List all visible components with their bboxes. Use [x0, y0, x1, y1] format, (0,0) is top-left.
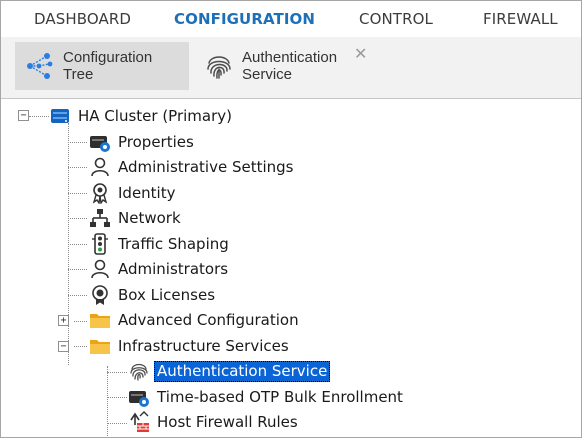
tree-connector: [107, 366, 108, 437]
tree-expand-toggle[interactable]: +: [58, 315, 69, 326]
tree-connector: [68, 218, 87, 219]
tree-node-partial: [128, 434, 150, 437]
tree-share-icon: [27, 53, 53, 79]
properties-icon: [129, 391, 149, 407]
traffic-light-icon: [92, 233, 108, 255]
configuration-tree: − HA Cluster (Primary) Properties Admini…: [1, 100, 581, 437]
tree-node-label: Infrastructure Services: [118, 336, 289, 355]
tree-node-label: HA Cluster (Primary): [78, 106, 232, 125]
firewall-rules-icon: [130, 411, 149, 432]
tree-node-traffic-shaping[interactable]: Traffic Shaping: [89, 232, 232, 256]
tree-node-box-licenses[interactable]: Box Licenses: [89, 283, 218, 307]
tree-node-label: Network: [118, 208, 181, 227]
user-icon: [91, 157, 109, 177]
top-navigation: DASHBOARD CONFIGURATION CONTROL FIREWALL: [1, 1, 581, 37]
tree-node-administrative-settings[interactable]: Administrative Settings: [89, 155, 296, 179]
folder-icon: [90, 340, 110, 354]
tree-connector: [68, 167, 87, 168]
tree-connector: [107, 397, 127, 398]
tree-node-otp-bulk-enrollment[interactable]: Time-based OTP Bulk Enrollment: [128, 385, 406, 409]
tree-connector: [107, 372, 127, 373]
server-icon: [51, 109, 69, 123]
tree-node-properties[interactable]: Properties: [89, 130, 197, 154]
tree-node-label: Traffic Shaping: [118, 234, 229, 253]
tree-node-infrastructure-services[interactable]: Infrastructure Services: [89, 334, 292, 358]
tree-connector: [68, 193, 87, 194]
tree-connector: [74, 346, 87, 347]
fingerprint-icon: [207, 56, 231, 79]
tree-node-label: Properties: [118, 132, 194, 151]
tree-node-label: Advanced Configuration: [118, 310, 299, 329]
tab-configuration-tree-label: Configuration Tree: [63, 49, 153, 83]
tree-node-ha-cluster[interactable]: HA Cluster (Primary): [49, 104, 235, 128]
nav-configuration[interactable]: CONFIGURATION: [174, 10, 315, 28]
tree-node-network[interactable]: Network: [89, 206, 184, 230]
app-window: DASHBOARD CONFIGURATION CONTROL FIREWALL: [0, 0, 582, 438]
tree-node-host-firewall-rules[interactable]: Host Firewall Rules: [128, 410, 301, 434]
tree-node-administrators[interactable]: Administrators: [89, 257, 231, 281]
tree-connector: [68, 295, 87, 296]
tab-configuration-tree[interactable]: Configuration Tree: [15, 42, 189, 90]
nav-dashboard[interactable]: DASHBOARD: [34, 10, 131, 28]
fingerprint-icon: [130, 363, 148, 381]
tree-connector: [68, 244, 87, 245]
user-icon: [91, 259, 109, 279]
tree-node-label: Authentication Service: [154, 360, 331, 382]
nav-control[interactable]: CONTROL: [359, 10, 433, 28]
tree-connector: [74, 321, 87, 322]
tree-node-advanced-configuration[interactable]: Advanced Configuration: [89, 308, 302, 332]
tree-node-label: Time-based OTP Bulk Enrollment: [157, 387, 403, 406]
network-icon: [90, 209, 110, 227]
tree-connector: [29, 116, 49, 117]
tree-node-label: Administrators: [118, 259, 229, 278]
tab-authentication-service-label: Authentication Service: [242, 49, 338, 83]
tree-node-label: Identity: [118, 183, 176, 202]
tab-authentication-service[interactable]: Authentication Service ✕: [204, 42, 374, 90]
tree-node-label: Administrative Settings: [118, 157, 294, 176]
tree-node-authentication-service[interactable]: Authentication Service: [128, 359, 331, 383]
tab-strip: Configuration Tree Authentication Servic…: [1, 37, 581, 99]
tree-node-label: Host Firewall Rules: [157, 412, 298, 431]
tree-connector: [68, 142, 87, 143]
properties-icon: [90, 136, 110, 152]
tab-close-icon[interactable]: ✕: [354, 46, 367, 62]
certificate-icon: [92, 183, 108, 204]
license-icon: [92, 285, 108, 305]
tree-node-label: Box Licenses: [118, 285, 216, 304]
tree-connector: [107, 423, 127, 424]
tree-collapse-toggle[interactable]: −: [18, 110, 29, 121]
folder-icon: [90, 314, 110, 328]
tree-connector: [68, 269, 87, 270]
tree-node-identity[interactable]: Identity: [89, 181, 179, 205]
tree-collapse-toggle[interactable]: −: [58, 341, 69, 352]
nav-firewall[interactable]: FIREWALL: [483, 10, 558, 28]
